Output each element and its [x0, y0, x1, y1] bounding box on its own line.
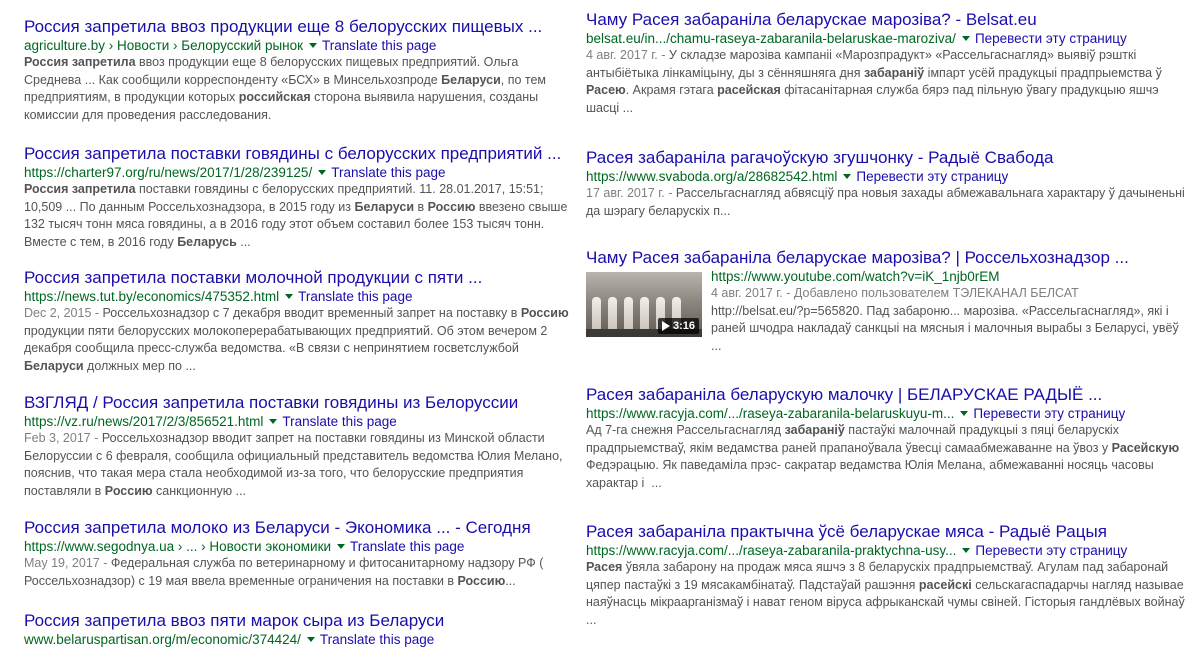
result-date: Feb 3, 2017 -: [24, 431, 102, 445]
search-result: ВЗГЛЯД / Россия запретила поставки говяд…: [24, 393, 569, 500]
result-title-link[interactable]: Расея забараніла практычна ўсё беларуска…: [586, 522, 1186, 542]
thumbnail-detail: [640, 297, 649, 331]
result-url-line: https://www.racyja.com/.../raseya-zabara…: [586, 405, 1186, 422]
result-date: May 19, 2017 -: [24, 556, 111, 570]
result-title-link[interactable]: Россия запретила поставки говядины с бел…: [24, 144, 569, 164]
video-duration-badge: 3:16: [657, 318, 699, 334]
chevron-down-icon[interactable]: [269, 418, 278, 424]
result-url: https://www.racyja.com/.../raseya-zabara…: [586, 406, 955, 421]
result-title-link[interactable]: Чаму Расея забараніла беларускае марозів…: [586, 248, 1186, 268]
result-date: 4 авг. 2017 г. -: [586, 48, 669, 62]
result-url-line: agriculture.by › Новости › Белорусский р…: [24, 37, 569, 54]
chevron-down-icon[interactable]: [306, 636, 315, 642]
result-url: belsat.eu/in.../chamu-raseya-zabaranila-…: [586, 31, 956, 46]
result-url: https://vz.ru/news/2017/2/3/856521.html: [24, 414, 264, 429]
result-url: agriculture.by › Новости › Белорусский р…: [24, 38, 304, 53]
search-result: Россия запретила молоко из Беларуси - Эк…: [24, 518, 569, 591]
result-snippet: Dec 2, 2015 - Россельхознадзор с 7 декаб…: [24, 305, 569, 375]
translate-link[interactable]: Translate this page: [350, 539, 464, 554]
result-title-link[interactable]: Россия запретила ввоз продукции еще 8 бе…: [24, 17, 569, 37]
translate-link[interactable]: Translate this page: [322, 38, 436, 53]
result-title-link[interactable]: Россия запретила поставки молочной проду…: [24, 268, 569, 288]
translate-link[interactable]: Перевести эту страницу: [973, 406, 1125, 421]
result-snippet-text: Ад 7-га снежня Рассельгаснагляд забарані…: [586, 423, 1180, 490]
search-result: Россия запретила поставки говядины с бел…: [24, 144, 569, 251]
result-date: 17 авг. 2017 г. -: [586, 186, 676, 200]
result-url: https://www.segodnya.ua › ... › Новости …: [24, 539, 332, 554]
result-snippet: Россия запретила ввоз продукции еще 8 бе…: [24, 54, 569, 124]
result-snippet-text: Расея ўвяла забарону на продаж мяса яшчэ…: [586, 560, 1185, 627]
search-result: Россия запретила ввоз продукции еще 8 бе…: [24, 17, 569, 124]
result-url-line: https://news.tut.by/economics/475352.htm…: [24, 288, 569, 305]
thumbnail-detail: [608, 297, 617, 331]
chevron-down-icon[interactable]: [960, 410, 969, 416]
video-duration: 3:16: [672, 320, 695, 332]
result-snippet-text: Рассельгаснагляд абвясціў пра новыя заха…: [586, 186, 1185, 218]
result-snippet: May 19, 2017 - Федеральная служба по вет…: [24, 555, 569, 591]
translate-link[interactable]: Перевести эту страницу: [856, 169, 1008, 184]
search-result: Чаму Расея забараніла беларускае марозів…: [586, 10, 1186, 117]
result-meta: Добавлено пользователем ТЭЛЕКАНАЛ БЕЛСАТ: [793, 286, 1079, 300]
translate-link[interactable]: Translate this page: [331, 165, 445, 180]
search-result: Россия запретила поставки молочной проду…: [24, 268, 569, 375]
play-icon: [661, 321, 670, 332]
result-url-line: https://www.svaboda.org/a/28682542.html П…: [586, 168, 1186, 185]
result-snippet: Расея ўвяла забарону на продаж мяса яшчэ…: [586, 559, 1186, 631]
translate-link[interactable]: Перевести эту страницу: [975, 31, 1127, 46]
result-url-line: https://www.racyja.com/.../raseya-zabara…: [586, 542, 1186, 559]
video-thumbnail[interactable]: 3:16: [586, 272, 702, 337]
chevron-down-icon[interactable]: [309, 42, 318, 48]
result-title-link[interactable]: Расея забараніла беларускую малочку | БЕ…: [586, 385, 1186, 405]
result-snippet-text: У складзе марозіва кампаніі «Марозпрадук…: [586, 48, 1162, 115]
chevron-down-icon[interactable]: [843, 173, 852, 179]
result-snippet-text: Россельхознадзор вводит запрет на постав…: [24, 431, 563, 498]
result-url: https://www.svaboda.org/a/28682542.html: [586, 169, 838, 184]
translate-link[interactable]: Перевести эту страницу: [975, 543, 1127, 558]
result-url-line: https://www.segodnya.ua › ... › Новости …: [24, 538, 569, 555]
chevron-down-icon[interactable]: [962, 547, 971, 553]
result-url: https://charter97.org/ru/news/2017/1/28/…: [24, 165, 313, 180]
result-url: https://www.youtube.com/watch?v=iK_1njb0…: [711, 269, 1000, 284]
result-snippet-text: Россельхознадзор с 7 декабря вводит врем…: [24, 306, 569, 373]
result-url-line: belsat.eu/in.../chamu-raseya-zabaranila-…: [586, 30, 1186, 47]
search-result: Расея забараніла беларускую малочку | БЕ…: [586, 385, 1186, 492]
video-result-body: 3:16 https://www.youtube.com/watch?v=iK_…: [586, 268, 1186, 373]
thumbnail-detail: [624, 297, 633, 331]
chevron-down-icon[interactable]: [337, 543, 346, 549]
result-snippet-text: http://belsat.eu/?p=565820. Пад забароню…: [711, 303, 1179, 353]
chevron-down-icon[interactable]: [285, 293, 294, 299]
chevron-down-icon[interactable]: [961, 35, 970, 41]
translate-link[interactable]: Translate this page: [298, 289, 412, 304]
result-date: 4 авг. 2017 г. -: [711, 286, 794, 300]
result-url-line: https://vz.ru/news/2017/2/3/856521.html T…: [24, 413, 569, 430]
result-snippet: Feb 3, 2017 - Россельхознадзор вводит за…: [24, 430, 569, 500]
result-title-link[interactable]: Расея забараніла рагачоўскую згушчонку -…: [586, 148, 1186, 168]
result-snippet: Россия запретила поставки говядины с бел…: [24, 181, 569, 251]
result-url: https://www.racyja.com/.../raseya-zabara…: [586, 543, 957, 558]
result-url: https://news.tut.by/economics/475352.htm…: [24, 289, 280, 304]
translate-link[interactable]: Translate this page: [282, 414, 396, 429]
search-result: Россия запретила ввоз пяти марок сыра из…: [24, 611, 569, 648]
result-title-link[interactable]: Россия запретила ввоз пяти марок сыра из…: [24, 611, 569, 631]
result-url-line: https://www.youtube.com/watch?v=iK_1njb0…: [711, 268, 1186, 285]
chevron-down-icon[interactable]: [318, 169, 327, 175]
result-title-link[interactable]: Россия запретила молоко из Беларуси - Эк…: [24, 518, 569, 538]
video-result: Чаму Расея забараніла беларускае марозів…: [586, 248, 1186, 373]
result-date: Dec 2, 2015 -: [24, 306, 103, 320]
result-snippet: Ад 7-га снежня Рассельгаснагляд забарані…: [586, 422, 1186, 492]
result-url-line: https://charter97.org/ru/news/2017/1/28/…: [24, 164, 569, 181]
result-url-line: www.belaruspartisan.org/m/economic/37442…: [24, 631, 569, 648]
result-snippet: 4 авг. 2017 г. - У складзе марозіва камп…: [586, 47, 1186, 117]
search-result: Расея забараніла рагачоўскую згушчонку -…: [586, 148, 1186, 221]
result-title-link[interactable]: Чаму Расея забараніла беларускае марозів…: [586, 10, 1186, 30]
search-result: Расея забараніла практычна ўсё беларуска…: [586, 522, 1186, 631]
result-snippet: 17 авг. 2017 г. - Рассельгаснагляд абвяс…: [586, 185, 1186, 221]
result-snippet-text: Россия запретила ввоз продукции еще 8 бе…: [24, 55, 547, 122]
result-title-link[interactable]: ВЗГЛЯД / Россия запретила поставки говяд…: [24, 393, 569, 413]
result-snippet-text: Россия запретила поставки говядины с бел…: [24, 182, 568, 249]
result-snippet: 4 авг. 2017 г. - Добавлено пользователем…: [711, 285, 1186, 373]
thumbnail-detail: [592, 297, 601, 331]
